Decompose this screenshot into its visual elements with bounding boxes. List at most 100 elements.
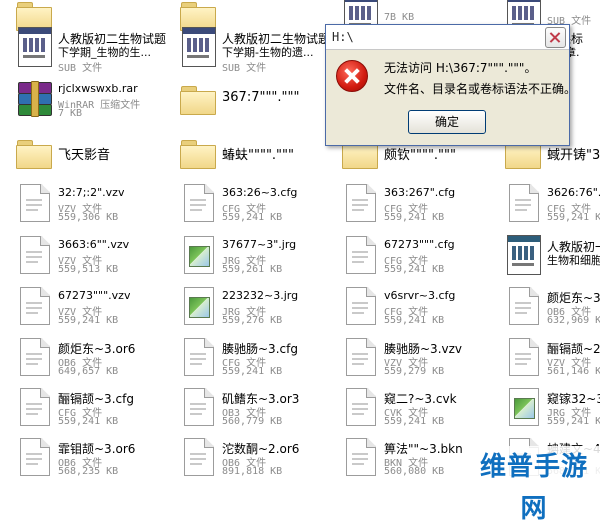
- file-name-line2: 下学期-生物的遗...: [222, 46, 314, 59]
- file-size: 561,146 KB: [547, 366, 600, 377]
- file-item[interactable]: 颜炬东~3.or6 OB6 文件 649,657 KB: [4, 332, 174, 384]
- file-icon: [503, 285, 543, 327]
- file-item[interactable]: rjclxwswxb.rar WinRAR 压缩文件 7 KB: [4, 74, 174, 126]
- folder-icon: [178, 132, 218, 174]
- file-size: 632,969 KB: [547, 315, 600, 326]
- file-icon: [340, 182, 380, 224]
- file-name: 363:267".cfg: [384, 186, 456, 199]
- file-item[interactable]: 人教版初一生物和细胞: [493, 230, 600, 282]
- file-name: 蜮开铸"3.: [547, 148, 600, 163]
- file-size: 559,513 KB: [58, 264, 119, 275]
- file-icon: [14, 234, 54, 276]
- file-icon: [178, 436, 218, 478]
- file-item[interactable]: 沱数酮~2.or6 OB6 文件 891,818 KB: [168, 432, 338, 484]
- file-icon: [503, 234, 543, 276]
- file-item[interactable]: 蝽蚨"""".""": [168, 128, 338, 180]
- file-icon: [14, 386, 54, 428]
- ok-button[interactable]: 确定: [408, 110, 486, 134]
- file-type: SUB 文件: [58, 63, 103, 74]
- file-icon: [340, 234, 380, 276]
- file-item[interactable]: 67273""".cfg CFG 文件 559,241 KB: [330, 230, 500, 282]
- file-size: 559,261 KB: [222, 264, 283, 275]
- file-size: 649,657 KB: [58, 366, 119, 377]
- file-size: 7 KB: [58, 108, 83, 119]
- file-item[interactable]: 3626:76".CFG 文件559,241 KB: [493, 178, 600, 230]
- file-size: 559,241 KB: [547, 212, 600, 223]
- file-size: 559,241 KB: [384, 416, 445, 427]
- file-size: 560,779 KB: [222, 416, 283, 427]
- file-item[interactable]: 酾镉颉~2.VZV 文件561,146 KB: [493, 332, 600, 384]
- file-name: 367:7""".""": [222, 90, 300, 105]
- file-size: 559,241 KB: [222, 212, 283, 223]
- file-item[interactable]: 37677~3".jrg JRG 文件 559,261 KB: [168, 230, 338, 282]
- file-item[interactable]: 363:26~3.cfg CFG 文件 559,241 KB: [168, 178, 338, 230]
- file-size: 559,276 KB: [222, 315, 283, 326]
- file-icon: [178, 386, 218, 428]
- file-item[interactable]: 腠驰肠~3.vzv VZV 文件 559,279 KB: [330, 332, 500, 384]
- file-name: 3626:76".: [547, 186, 600, 199]
- file-item[interactable]: 32:7;:2".vzv VZV 文件 559,306 KB: [4, 178, 174, 230]
- file-icon: [340, 386, 380, 428]
- file-size: 559,241 KB: [222, 366, 283, 377]
- file-name: 颇钦"""".""": [384, 148, 456, 163]
- watermark: 维普手游网: [468, 446, 600, 524]
- file-name: 37677~3".jrg: [222, 238, 297, 251]
- close-icon[interactable]: [545, 27, 566, 48]
- file-item[interactable]: 霏钼颉~3.or6 OB6 文件 568,235 KB: [4, 432, 174, 484]
- image-file-icon: [178, 285, 218, 327]
- file-size: 559,241 KB: [384, 264, 445, 275]
- file-name: 3663:6"".vzv: [58, 238, 130, 251]
- file-size: 559,279 KB: [384, 366, 445, 377]
- file-name: 蝽蚨"""".""": [222, 148, 294, 163]
- file-item[interactable]: 酾镉颉~3.cfg CFG 文件 559,241 KB: [4, 382, 174, 434]
- image-file-icon: [178, 234, 218, 276]
- file-icon: [340, 285, 380, 327]
- error-icon: [336, 60, 368, 92]
- file-item[interactable]: 67273""".vzv VZV 文件 559,241 KB: [4, 281, 174, 333]
- file-size: 891,818 KB: [222, 466, 283, 477]
- file-item[interactable]: 窥二?~3.cvk CVK 文件 559,241 KB: [330, 382, 500, 434]
- dialog-message-reason: 文件名、目录名或卷标语法不正确。: [384, 82, 577, 96]
- file-item[interactable]: 3663:6"".vzv VZV 文件 559,513 KB: [4, 230, 174, 282]
- file-size: 559,241 KB: [58, 315, 119, 326]
- file-icon: [178, 182, 218, 224]
- image-file-icon: [503, 386, 543, 428]
- file-type: 7B KB: [384, 12, 415, 23]
- file-item[interactable]: 367:7""".""": [168, 74, 338, 126]
- dialog-message-path: 无法访问 H:\367:7"""."""。: [384, 61, 537, 75]
- file-item[interactable]: 223232~3.jrg JRG 文件 559,276 KB: [168, 281, 338, 333]
- folder-icon: [14, 132, 54, 174]
- file-item[interactable]: 颜炬东~3.OB6 文件632,969 KB: [493, 281, 600, 333]
- file-item[interactable]: 窥镓32~3.JRG 文件559,241 KB: [493, 382, 600, 434]
- file-name-line2: 生物和细胞: [547, 254, 600, 267]
- error-dialog: H:\ 无法访问 H:\367:7"""."""。 文件名、目录名或卷标语法不正…: [325, 24, 576, 146]
- file-icon: [14, 182, 54, 224]
- file-name: 67273""".vzv: [58, 289, 131, 302]
- file-item[interactable]: 人教版初二生物试题 下学期_生物的生... SUB 文件: [4, 22, 174, 74]
- file-item[interactable]: v6srvr~3.cfg CFG 文件 559,241 KB: [330, 281, 500, 333]
- file-item[interactable]: 腠驰肠~3.cfg CFG 文件 559,241 KB: [168, 332, 338, 384]
- file-name: v6srvr~3.cfg: [384, 289, 456, 302]
- file-size: 568,235 KB: [58, 466, 119, 477]
- file-name-line2: 下学期_生物的生...: [58, 46, 151, 59]
- file-item[interactable]: 363:267".cfg CFG 文件 559,241 KB: [330, 178, 500, 230]
- file-name: 363:26~3.cfg: [222, 186, 298, 199]
- file-item[interactable]: 飞天影音: [4, 128, 174, 180]
- file-name: 223232~3.jrg: [222, 289, 299, 302]
- file-item[interactable]: 矶鳍东~3.or3 OB3 文件 560,779 KB: [168, 382, 338, 434]
- archive-icon: [14, 78, 54, 120]
- file-size: 559,306 KB: [58, 212, 119, 223]
- file-name: 飞天影音: [58, 148, 111, 163]
- file-icon: [14, 285, 54, 327]
- file-icon: [178, 26, 218, 68]
- dialog-title: H:\: [332, 30, 354, 44]
- file-icon: [14, 26, 54, 68]
- file-name: 32:7;:2".vzv: [58, 186, 125, 199]
- file-size: 559,241 KB: [384, 315, 445, 326]
- file-size: 559,241 KB: [58, 416, 119, 427]
- file-size: 559,241 KB: [547, 416, 600, 427]
- dialog-title-bar: H:\: [326, 25, 569, 50]
- file-icon: [178, 336, 218, 378]
- file-item[interactable]: 人教版初二生物试题 下学期-生物的遗... SUB 文件: [168, 22, 338, 74]
- folder-icon: [178, 78, 218, 120]
